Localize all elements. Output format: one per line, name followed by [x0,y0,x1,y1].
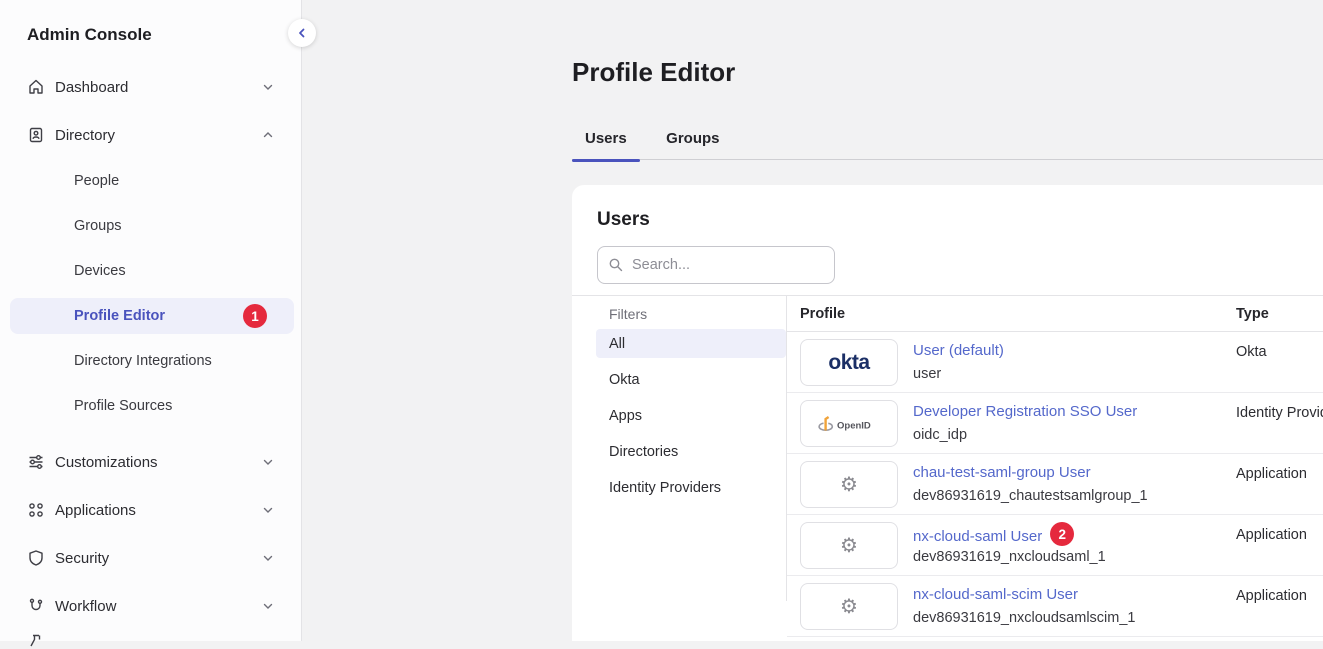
table-row: OpenID Developer Registration SSO User o… [787,393,1323,454]
gear-icon: ⚙ [800,583,898,630]
users-panel: Users Filters All Okta Apps Directories … [572,185,1323,641]
chevron-down-icon [262,552,274,564]
sidebar-item-label: Devices [74,263,126,279]
step-badge-2: 2 [1050,522,1074,546]
sidebar-item-profile-sources[interactable]: Profile Sources [10,388,294,424]
sidebar-item-devices[interactable]: Devices [10,253,294,289]
profile-subtitle: dev86931619_nxcloudsaml_1 [913,549,1106,565]
shield-icon [27,549,45,567]
filter-all[interactable]: All [596,329,786,358]
profile-type: Application [1236,527,1307,543]
sidebar-item-label: Directory [55,127,262,144]
profile-link[interactable]: User (default) [913,342,1004,359]
workflow-icon [27,597,45,615]
profile-subtitle: oidc_idp [913,427,967,443]
sidebar-item-applications[interactable]: Applications [0,486,301,534]
okta-logo-text: okta [828,351,869,375]
sidebar-item-directory[interactable]: Directory [0,111,301,159]
sidebar-item-directory-integrations[interactable]: Directory Integrations [10,343,294,379]
filters-label: Filters [596,306,786,322]
sidebar-item-workflow[interactable]: Workflow [0,582,301,630]
filter-apps[interactable]: Apps [596,401,786,430]
page-title: Profile Editor [572,57,735,88]
chevron-down-icon [262,504,274,516]
profile-link[interactable]: nx-cloud-saml User [913,528,1042,545]
profiles-table: Profile Type okta User (default) user Ok… [787,296,1323,601]
tab-groups[interactable]: Groups [653,122,732,160]
chevron-down-icon [262,81,274,93]
sidebar-item-label: Directory Integrations [74,353,212,369]
gear-icon: ⚙ [800,461,898,508]
search-input[interactable] [597,246,835,284]
sidebar-item-label: Customizations [55,454,262,471]
column-header-profile: Profile [800,306,845,322]
chevron-up-icon [262,129,274,141]
profile-type: Application [1236,466,1307,482]
profile-editor-tabs: Users Groups [572,122,1323,160]
sidebar: Admin Console Dashboard Directory People [0,0,302,641]
sidebar-item-label: Applications [55,502,262,519]
openid-logo-graphic: OpenID [817,415,881,433]
sidebar-nav: Dashboard Directory People Groups Device… [0,63,301,630]
sidebar-item-label: Dashboard [55,79,262,96]
search-icon [608,257,624,273]
okta-logo: okta [800,339,898,386]
directory-badge-icon [27,126,45,144]
step-badge-1: 1 [243,304,267,328]
sliders-icon [27,453,45,471]
sidebar-item-groups[interactable]: Groups [10,208,294,244]
profile-subtitle: dev86931619_chautestsamlgroup_1 [913,488,1148,504]
profile-subtitle: user [913,366,941,382]
sidebar-item-customizations[interactable]: Customizations [0,438,301,486]
table-row: ⚙ nx-cloud-saml-scim User dev86931619_nx… [787,576,1323,637]
chevron-left-icon [296,27,308,39]
profile-type: Identity Provider [1236,405,1323,421]
profile-type: Okta [1236,344,1267,360]
users-section: Filters All Okta Apps Directories Identi… [572,295,1323,601]
table-header: Profile Type [787,296,1323,332]
tab-users[interactable]: Users [572,122,640,160]
sidebar-item-label: Groups [74,218,122,234]
sidebar-collapse-button[interactable] [288,19,316,47]
filter-directories[interactable]: Directories [596,437,786,466]
app-title: Admin Console [0,0,301,45]
table-row: ⚙ nx-cloud-saml User 2 dev86931619_nxclou… [787,515,1323,576]
table-row: ⚙ chau-test-saml-group User dev86931619_… [787,454,1323,515]
filters-panel: Filters All Okta Apps Directories Identi… [572,296,787,601]
search-box [597,246,835,284]
openid-logo-text: OpenID [837,420,871,431]
profile-link[interactable]: chau-test-saml-group User [913,464,1091,481]
openid-logo: OpenID [800,400,898,447]
chevron-down-icon [262,600,274,612]
directory-subnav: People Groups Devices Profile Editor 1 D… [0,159,301,438]
home-icon [27,78,45,96]
sidebar-item-label: Security [55,550,262,567]
sidebar-item-profile-editor[interactable]: Profile Editor 1 [10,298,294,334]
profile-type: Application [1236,588,1307,604]
sidebar-item-label: Profile Editor [74,308,165,324]
sidebar-item-label: Profile Sources [74,398,172,414]
table-row: okta User (default) user Okta [787,332,1323,393]
apps-grid-icon [27,501,45,519]
filter-okta[interactable]: Okta [596,365,786,394]
profile-link[interactable]: Developer Registration SSO User [913,403,1137,420]
sidebar-item-dashboard[interactable]: Dashboard [0,63,301,111]
gear-icon: ⚙ [800,522,898,569]
sidebar-item-security[interactable]: Security [0,534,301,582]
profile-subtitle: dev86931619_nxcloudsamlscim_1 [913,610,1135,626]
filter-identity-providers[interactable]: Identity Providers [596,473,786,502]
chevron-down-icon [262,456,274,468]
partial-nav-icon [28,633,44,649]
column-header-type: Type [1236,306,1269,322]
users-panel-title: Users [597,209,1323,231]
sidebar-item-label: People [74,173,119,189]
sidebar-item-people[interactable]: People [10,163,294,199]
sidebar-item-label: Workflow [55,598,262,615]
profile-link[interactable]: nx-cloud-saml-scim User [913,586,1078,603]
